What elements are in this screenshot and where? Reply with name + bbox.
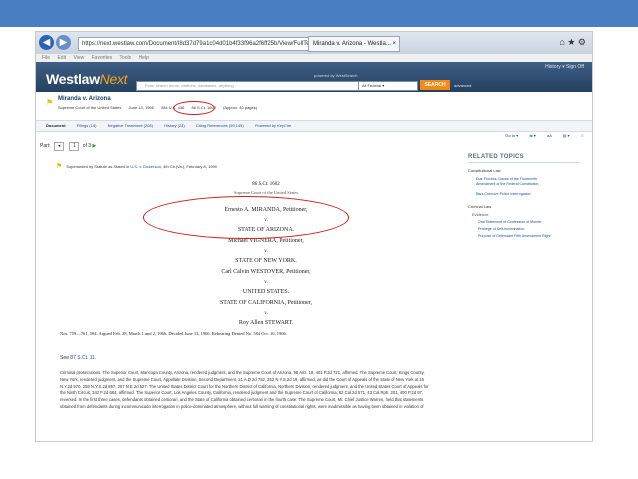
browser-chrome: ◀ ▶ https://next.westlaw.com/Document/I8… [36, 32, 592, 54]
back-button[interactable]: ◀ [39, 35, 54, 50]
menu-tools[interactable]: Tools [119, 55, 131, 61]
collapse-icon[interactable]: ⤬ [581, 133, 584, 138]
superseded-notice: ⚑ Superseded by Statute as Stated in U.S.… [56, 163, 217, 170]
superseded-link[interactable]: U.S. v. Dickerson [130, 164, 161, 169]
tab-citing-references[interactable]: Citing References (99,145) [196, 121, 244, 131]
related-topic-link[interactable]: Purpose of Defendant Fifth Amendment Rig… [478, 234, 556, 239]
synopsis-paragraph: Criminal prosecutions. The Superior Cour… [60, 370, 429, 409]
party-line: Carl Calvin WESTOVER, Petitioner, [221, 269, 311, 275]
related-topics-title: RELATED TOPICS [468, 154, 524, 160]
menu-file[interactable]: File [42, 55, 50, 61]
highlight-circle-petitioner [143, 196, 349, 239]
search-button[interactable]: SEARCH [420, 80, 450, 90]
yellow-flag-icon: ⚑ [46, 98, 54, 107]
yellow-flag-icon: ⚑ [56, 163, 63, 170]
tab-negative-treatment[interactable]: Negative Treatment (208) [108, 121, 153, 131]
see-reference-link[interactable]: 87 S.Ct. 11. [70, 355, 96, 361]
tab-filings[interactable]: Filings (14) [77, 121, 97, 131]
party-line: v. [264, 311, 268, 316]
court-line: Supreme Court of the United States [233, 190, 299, 195]
keycite-label: Powered by KeyCite [254, 123, 292, 128]
case-title: Miranda v. Arizona [58, 96, 111, 102]
jurisdiction-select[interactable]: All Federal ▾ [358, 81, 418, 91]
party-line: Michael VIGNERA, Petitioner, [228, 238, 304, 244]
tab-history[interactable]: History (24) [164, 121, 185, 131]
menu-favorites[interactable]: Favorites [92, 55, 113, 61]
related-topic-link[interactable]: Privilege of Self-incrimination [478, 227, 556, 232]
page-count: (Approx. 40 pages) [223, 105, 258, 110]
court-name: Supreme Court of the United States [58, 105, 122, 110]
decision-date: June 13, 1966 [128, 105, 154, 110]
address-bar[interactable]: https://next.westlaw.com/Document/I8d37d… [78, 37, 347, 51]
menu-bar: File Edit View Favorites Tools Help [36, 54, 592, 62]
next-part-arrow-icon[interactable]: ▶ [92, 143, 96, 149]
related-divider [468, 162, 580, 163]
goto-menu[interactable]: Go to ▾ [505, 133, 518, 138]
citation-line: Supreme Court of the United States June … [58, 105, 263, 110]
docket-argued-line: Nos. 759—761, 584. Argued Feb. 28, March… [60, 331, 287, 336]
search-input[interactable]: Enter search terms, citations, databases… [136, 81, 364, 91]
previous-part-button[interactable]: ◂ [53, 142, 64, 151]
westlaw-logo[interactable]: WestlawNext [46, 71, 128, 87]
compare-icon[interactable]: ⇆ ▾ [529, 133, 535, 138]
close-tab-icon[interactable]: × [392, 41, 396, 47]
related-subcategory: Evidence [472, 212, 489, 217]
part-navigation: Part: ◂ 1 of 3 ▶ [40, 142, 97, 151]
tab-document[interactable]: Document [46, 121, 66, 131]
see-reference: See 87 S.Ct. 11. [60, 355, 97, 361]
browser-tab[interactable]: Miranda v. Arizona - Westla... × [308, 36, 400, 52]
menu-help[interactable]: Help [139, 55, 149, 61]
back-arrow-icon: ◀ [42, 37, 51, 48]
cite-header: 86 S.Ct. 1602 [252, 182, 280, 187]
forward-arrow-icon: ▶ [59, 37, 68, 48]
header-links[interactable]: History ▾ Sign Off [545, 64, 584, 70]
powered-by-label: powered by WestSearch [314, 73, 358, 78]
highlight-circle-citation [173, 101, 215, 115]
forward-button[interactable]: ▶ [56, 35, 71, 50]
party-line: v. [264, 280, 268, 285]
part-total: of 3 [82, 143, 92, 149]
browser-screenshot: ◀ ▶ https://next.westlaw.com/Document/I8… [35, 31, 593, 442]
related-topic-link[interactable]: Due Process Clause of the Fourteenth Ame… [476, 177, 554, 186]
related-topic-link[interactable]: Bars Coercive Police Interrogation [476, 192, 554, 197]
related-category: Criminal Law [468, 204, 492, 209]
tab-title: Miranda v. Arizona - Westla... [313, 41, 391, 47]
font-size-icon[interactable]: aA [547, 133, 552, 138]
part-number-input[interactable]: 1 [69, 142, 80, 151]
document-toolbar: Go to ▾ ⇆ ▾ aA ▤ ▾ ⤬ [36, 131, 592, 141]
advanced-search-link[interactable]: advanced [454, 83, 471, 88]
layout-icon[interactable]: ▤ ▾ [563, 133, 570, 138]
case-header: ⚑ Miranda v. Arizona Supreme Court of th… [36, 92, 592, 120]
party-line: Roy Allen STEWART. [238, 320, 294, 326]
party-line: UNITED STATES. [242, 289, 290, 295]
party-line: STATE OF CALIFORNIA, Petitioner, [219, 300, 313, 306]
related-topic-link[interactable]: Oral Statement of Confession of Murder [478, 220, 556, 225]
slide-top-band [0, 0, 638, 27]
menu-edit[interactable]: Edit [57, 55, 66, 61]
westlaw-header: WestlawNext History ▾ Sign Off powered b… [36, 62, 592, 92]
party-line: STATE OF NEW YORK. [235, 258, 297, 264]
party-line: v. [264, 249, 268, 254]
related-category: Constitutional Law [468, 168, 501, 173]
menu-view[interactable]: View [73, 55, 84, 61]
browser-toolbar-icons[interactable]: ⌂ ★ ⚙ [559, 37, 586, 48]
